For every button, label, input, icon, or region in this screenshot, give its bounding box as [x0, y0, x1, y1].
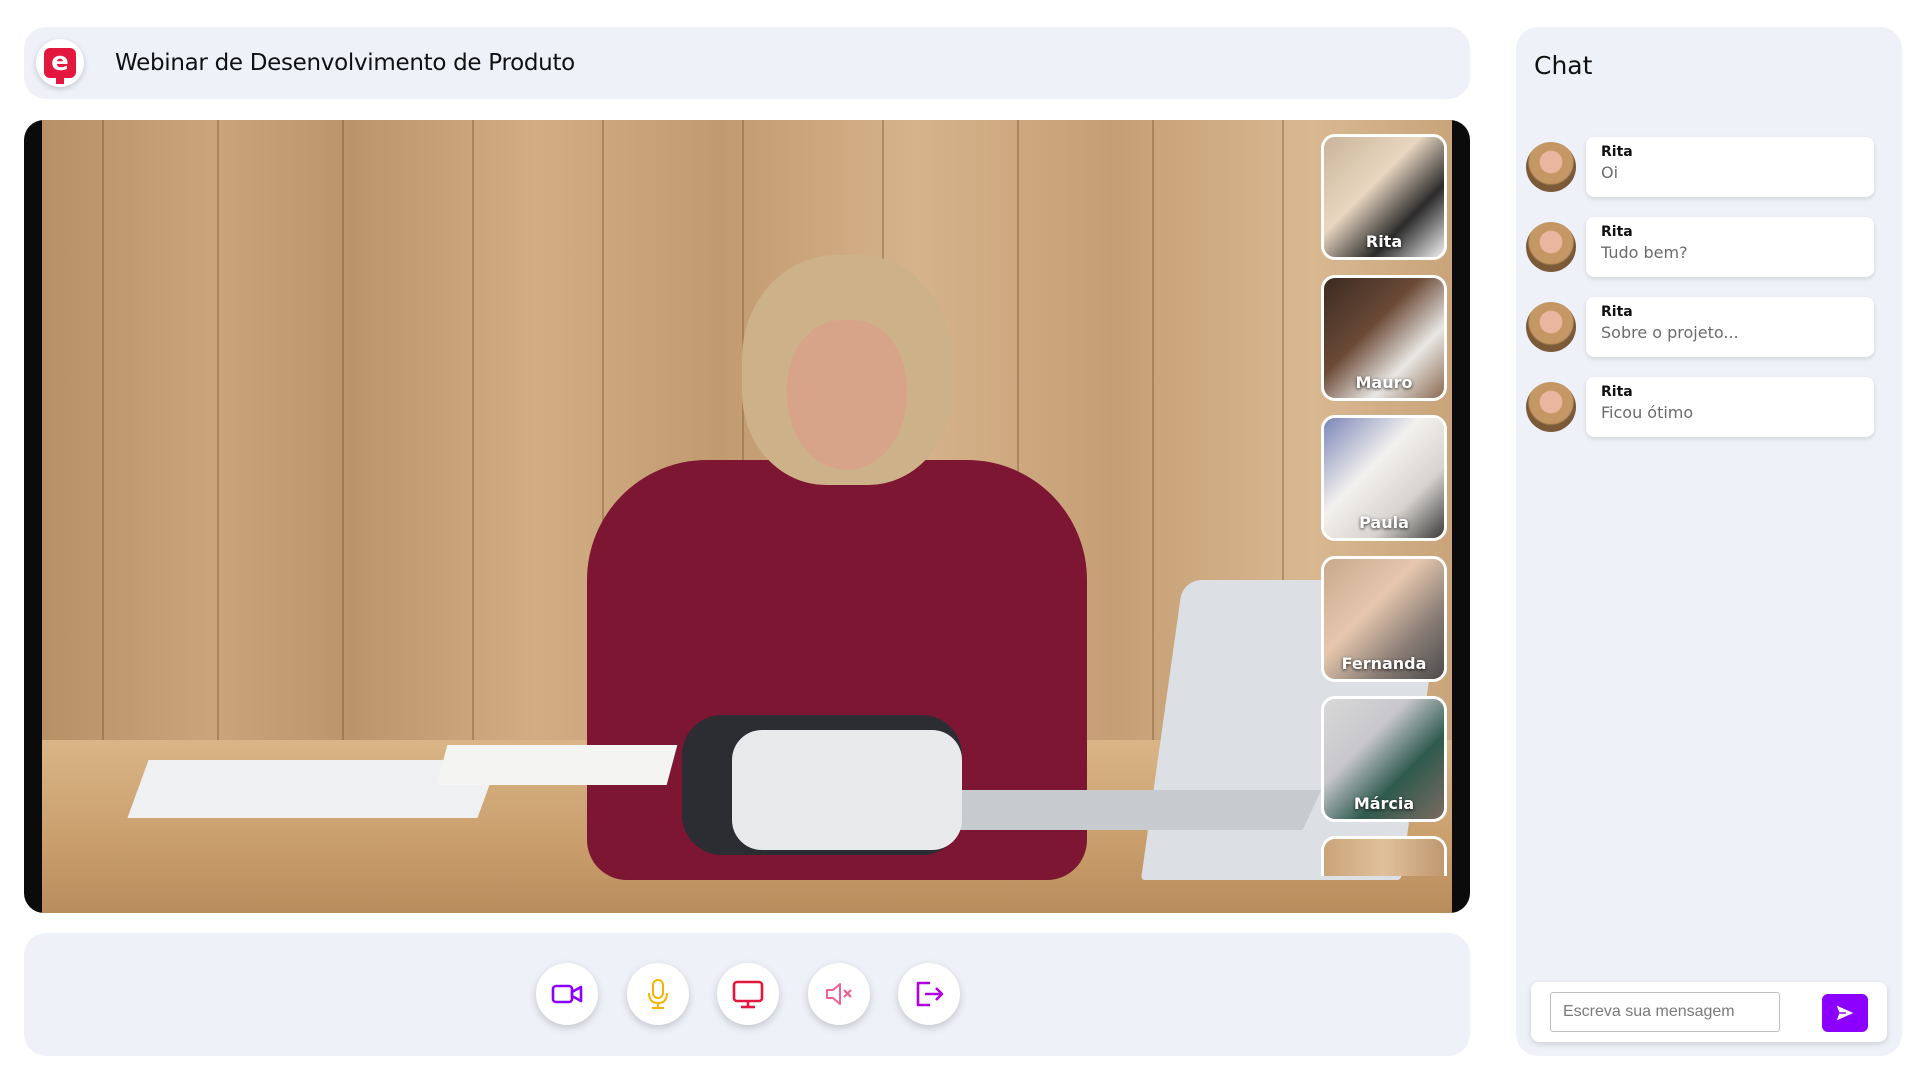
message-text: Oi — [1601, 163, 1619, 182]
message-author: Rita — [1601, 224, 1633, 240]
send-button[interactable] — [1822, 994, 1868, 1032]
message-bubble: Rita Tudo bem? — [1586, 217, 1874, 277]
message-bubble: Rita Oi — [1586, 137, 1874, 197]
avatar — [1526, 382, 1576, 432]
avatar — [1526, 142, 1576, 192]
avatar — [1526, 222, 1576, 272]
participant-tile[interactable]: Mauro — [1321, 275, 1447, 401]
screen-share-button[interactable] — [717, 963, 779, 1025]
chat-message: Rita Tudo bem? — [1526, 217, 1876, 277]
participant-tile[interactable]: Márcia — [1321, 696, 1447, 822]
participant-name: Rita — [1365, 232, 1403, 251]
participant-name: Fernanda — [1341, 654, 1427, 673]
avatar — [1526, 302, 1576, 352]
video-stage: Rita Mauro Paula Fernanda Márcia — [24, 120, 1470, 913]
message-bubble: Rita Sobre o projeto... — [1586, 297, 1874, 357]
participant-name: Paula — [1359, 513, 1409, 532]
microphone-icon — [648, 979, 668, 1009]
page-title: Webinar de Desenvolvimento de Produto — [115, 50, 575, 76]
speaker-mute-button[interactable] — [808, 963, 870, 1025]
message-author: Rita — [1601, 304, 1633, 320]
microphone-toggle-button[interactable] — [627, 963, 689, 1025]
message-text: Ficou ótimo — [1601, 403, 1694, 422]
participant-name: Mauro — [1355, 373, 1413, 392]
message-bubble: Rita Ficou ótimo — [1586, 377, 1874, 437]
send-icon — [1836, 1005, 1854, 1021]
participant-tile[interactable] — [1321, 836, 1447, 876]
speaker-muted-icon — [826, 983, 852, 1005]
participant-tile[interactable]: Rita — [1321, 134, 1447, 260]
chat-title: Chat — [1534, 51, 1593, 80]
header-bar: e Webinar de Desenvolvimento de Produto — [24, 27, 1470, 99]
e-logo-icon[interactable]: e — [36, 39, 84, 87]
call-controls-bar — [24, 933, 1470, 1056]
message-author: Rita — [1601, 384, 1633, 400]
message-text: Tudo bem? — [1601, 243, 1688, 262]
screen-share-icon — [732, 980, 764, 1009]
chat-message: Rita Oi — [1526, 137, 1876, 197]
chat-message: Rita Sobre o projeto... — [1526, 297, 1876, 357]
video-toggle-button[interactable] — [536, 963, 598, 1025]
chat-message: Rita Ficou ótimo — [1526, 377, 1876, 437]
chat-panel: Chat Rita Oi Rita Tudo bem? Rita Sobre o… — [1516, 27, 1902, 1056]
participant-tile[interactable]: Fernanda — [1321, 556, 1447, 682]
participant-name: Márcia — [1353, 794, 1415, 813]
message-text: Sobre o projeto... — [1601, 323, 1739, 342]
video-camera-icon — [551, 984, 583, 1004]
message-author: Rita — [1601, 144, 1633, 160]
message-input[interactable] — [1550, 992, 1780, 1032]
main-video-feed[interactable] — [42, 120, 1452, 913]
leave-call-button[interactable] — [898, 963, 960, 1025]
participant-tile[interactable]: Paula — [1321, 415, 1447, 541]
message-composer — [1531, 982, 1887, 1042]
leave-icon — [916, 981, 944, 1007]
